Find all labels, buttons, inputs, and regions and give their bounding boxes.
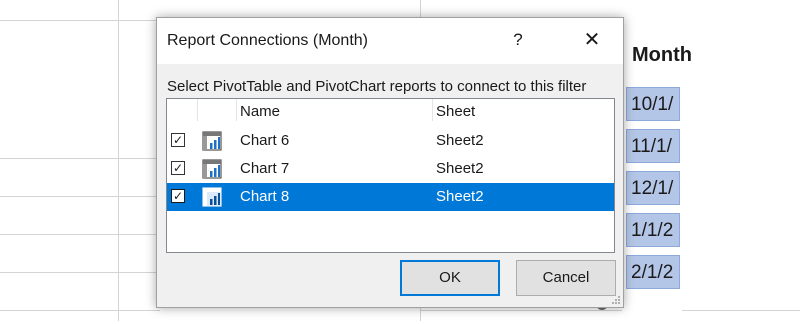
grid-line [0,20,160,21]
row-name: Chart 6 [240,132,290,149]
pivotchart-icon [202,159,222,179]
list-row[interactable]: ✓ Chart 6 Sheet2 [167,127,614,155]
row-sheet: Sheet2 [436,188,484,205]
list-row-selected[interactable]: ✓ Chart 8 Sheet2 [167,183,614,211]
instruction-text: Select PivotTable and PivotChart reports… [167,78,587,95]
ok-button[interactable]: OK [400,260,500,296]
grid-line [420,310,800,311]
checkbox[interactable]: ✓ [171,189,185,203]
help-button[interactable]: ? [503,26,533,54]
grid-line [0,196,160,197]
row-name: Chart 7 [240,160,290,177]
grid-line [0,272,160,273]
column-separator [236,99,237,121]
cancel-button[interactable]: Cancel [516,260,616,296]
column-separator [432,99,433,121]
row-sheet: Sheet2 [436,132,484,149]
slicer-header: Month [632,44,692,66]
slicer-item[interactable]: 2/1/2 [626,255,680,289]
dialog-titlebar[interactable]: Report Connections (Month) ? ✕ [157,18,623,64]
grid-line [0,310,160,311]
slicer-item[interactable]: 1/1/2 [626,213,680,247]
checkbox[interactable]: ✓ [171,161,185,175]
checkbox[interactable]: ✓ [171,133,185,147]
list-row[interactable]: ✓ Chart 7 Sheet2 [167,155,614,183]
pivotchart-icon [202,187,222,207]
column-header-name[interactable]: Name [240,103,280,120]
column-header-sheet[interactable]: Sheet [436,103,475,120]
dialog-title: Report Connections (Month) [167,32,368,49]
row-name: Chart 8 [240,188,290,205]
close-button[interactable]: ✕ [577,26,607,54]
slicer-item[interactable]: 10/1/ [626,87,680,121]
slicer-item[interactable]: 11/1/ [626,129,680,163]
grid-line [0,234,160,235]
report-connections-dialog: Report Connections (Month) ? ✕ Select Pi… [156,17,624,308]
slicer-item[interactable]: 12/1/ [626,171,680,205]
row-sheet: Sheet2 [436,160,484,177]
grid-line [0,158,160,159]
reports-list[interactable]: Name Sheet ✓ Chart 6 Sheet2 ✓ Chart 7 Sh… [166,98,615,253]
column-separator [197,99,198,121]
resize-grip-icon[interactable] [611,295,621,305]
pivotchart-icon [202,131,222,151]
